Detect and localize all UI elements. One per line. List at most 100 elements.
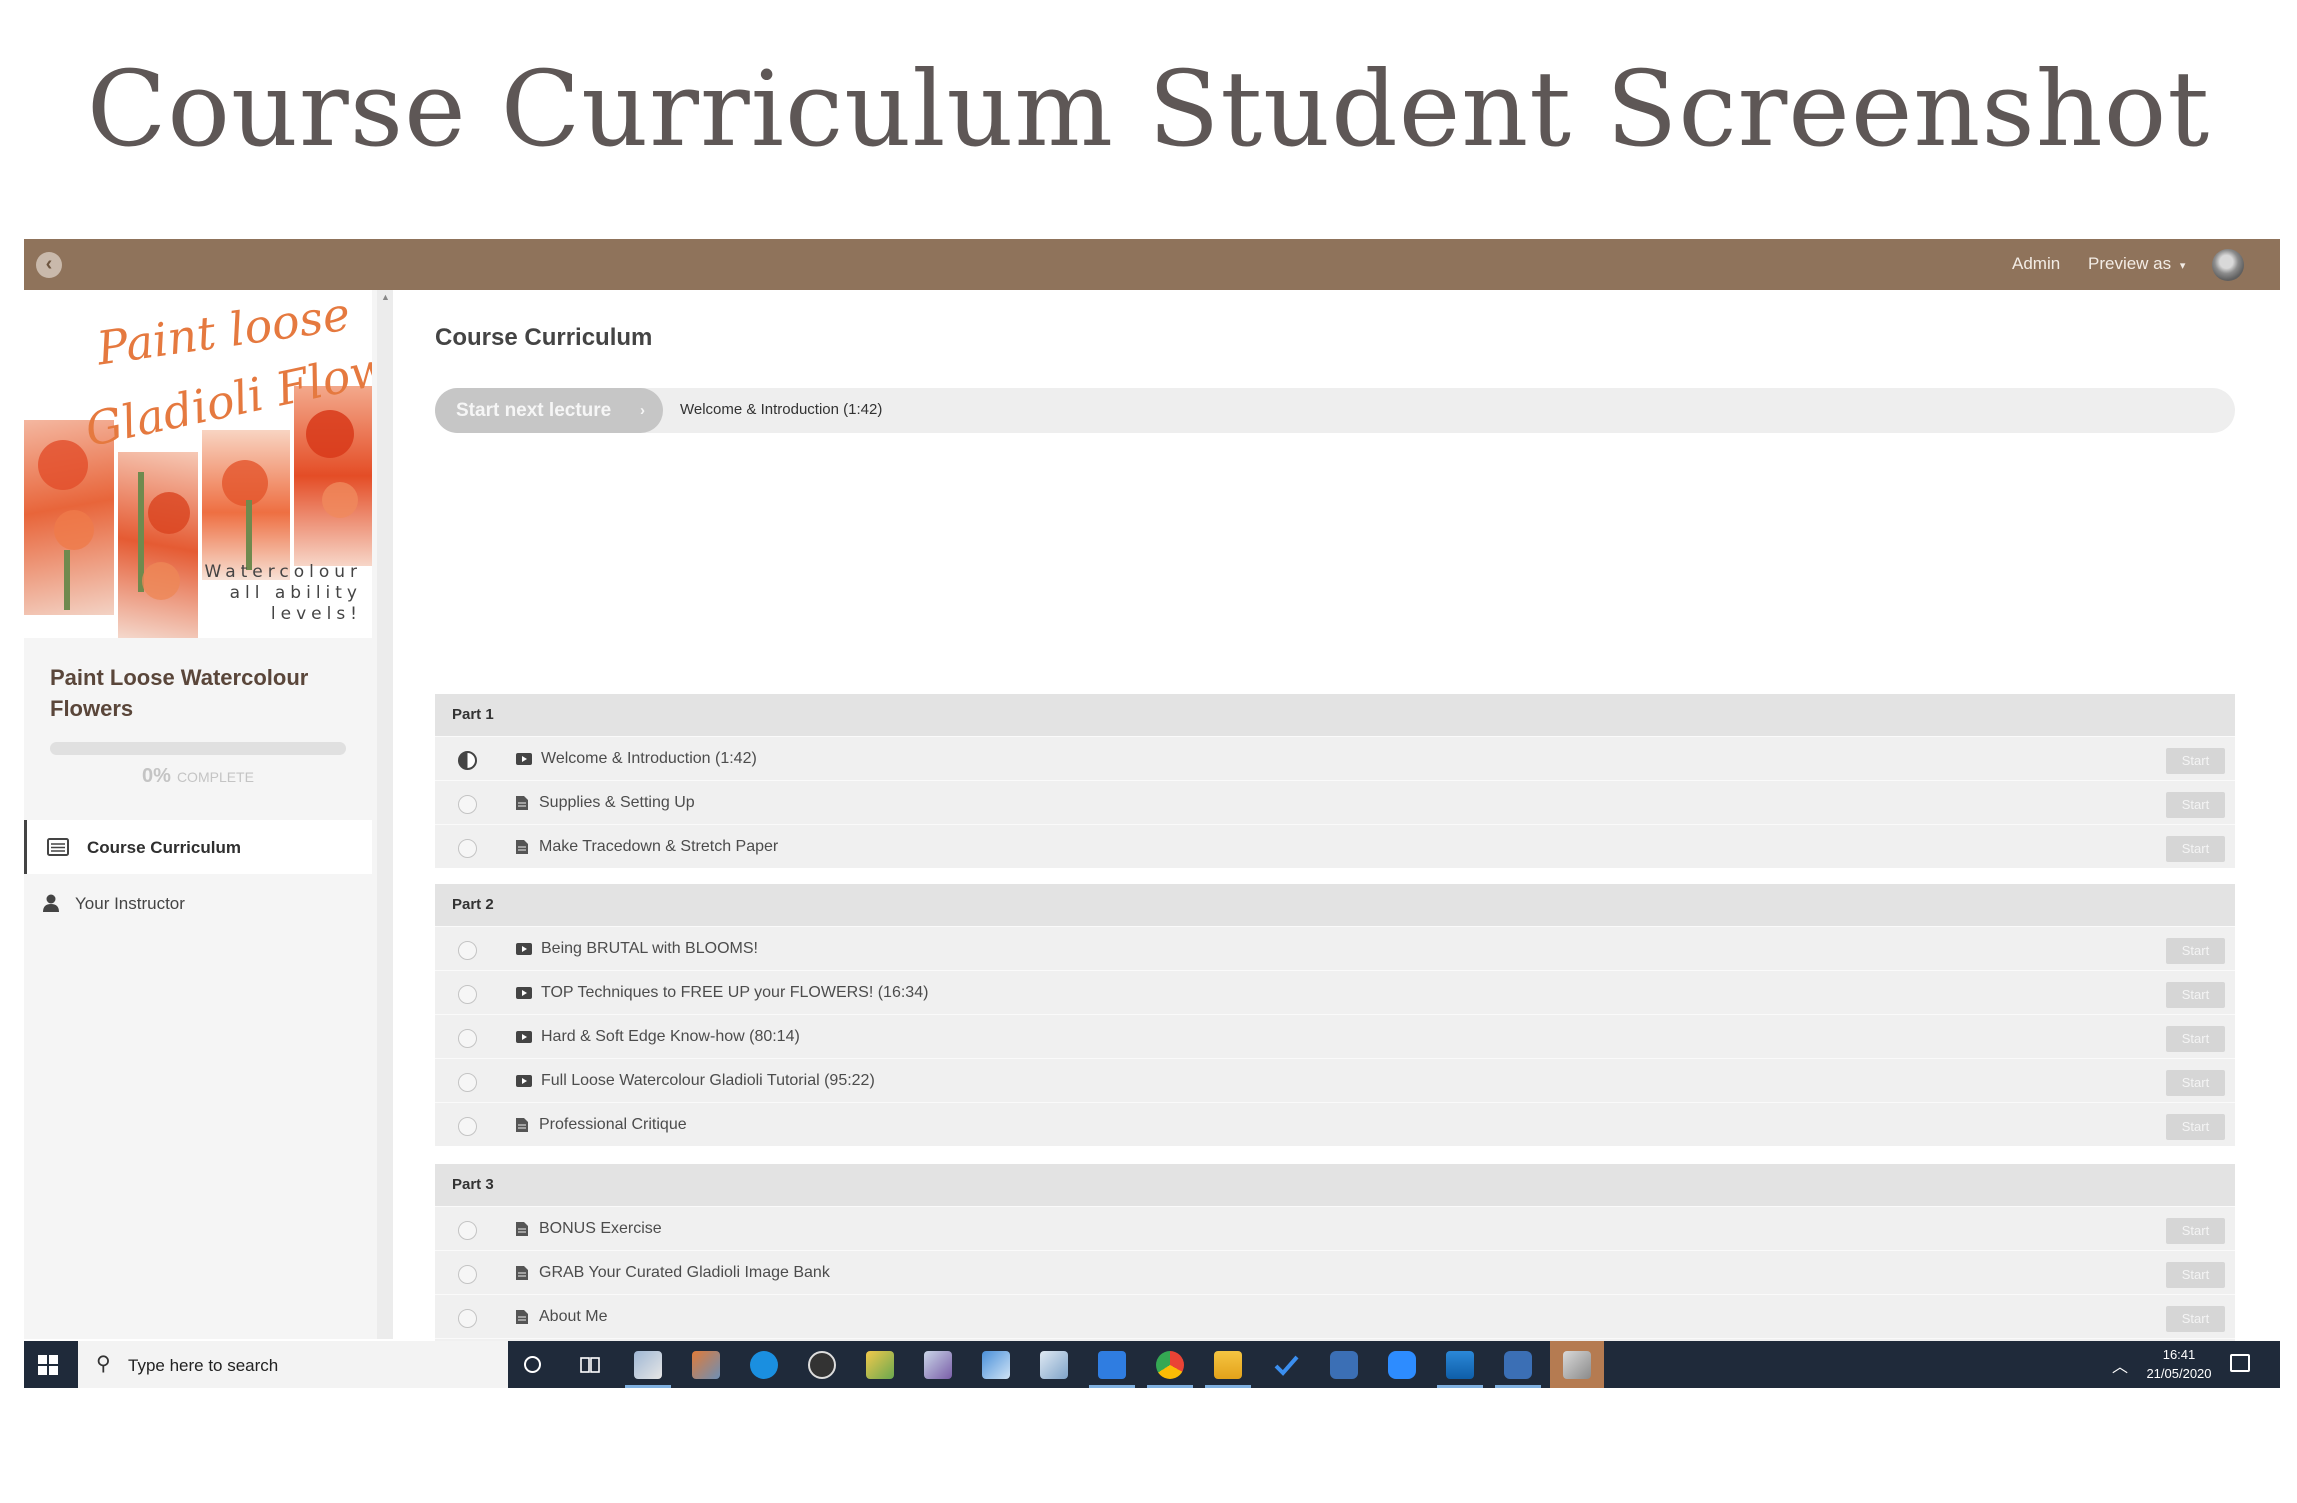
app-icon-7[interactable] xyxy=(1563,1351,1591,1379)
lecture-row[interactable]: About Me Start xyxy=(435,1294,2235,1338)
curriculum-section: Part 2 Being BRUTAL with BLOOMS! Start TOP … xyxy=(435,884,2235,1146)
circle-icon xyxy=(458,1221,477,1240)
app-indicator xyxy=(1089,1385,1135,1388)
video-play-icon xyxy=(516,1031,532,1043)
video-play-icon xyxy=(516,987,532,999)
calendar-icon[interactable] xyxy=(1098,1351,1126,1379)
tagline-line-3: levels! xyxy=(270,604,362,624)
app-indicator xyxy=(1205,1385,1251,1388)
taskbar-search-input[interactable]: Type here to search xyxy=(128,1356,278,1376)
start-button[interactable]: Start xyxy=(2166,836,2225,862)
user-icon xyxy=(43,894,59,912)
lecture-title[interactable]: About Me xyxy=(539,1308,607,1326)
lecture-title[interactable]: Supplies & Setting Up xyxy=(539,794,695,812)
lecture-row[interactable]: Hard & Soft Edge Know-how (80:14) Start xyxy=(435,1014,2235,1058)
lecture-title[interactable]: Being BRUTAL with BLOOMS! xyxy=(541,940,758,958)
circle-icon xyxy=(458,795,477,814)
skype-icon[interactable] xyxy=(750,1351,778,1379)
mail-icon[interactable] xyxy=(1446,1351,1474,1379)
start-button[interactable]: Start xyxy=(2166,1070,2225,1096)
lecture-title[interactable]: Professional Critique xyxy=(539,1116,687,1134)
taskbar-search-box[interactable]: ⚲ Type here to search xyxy=(78,1341,508,1388)
admin-link[interactable]: Admin xyxy=(2012,254,2060,274)
course-image: Paint loose Gladioli Flowers Watercolour… xyxy=(24,290,372,638)
app-icon-6[interactable] xyxy=(1040,1351,1068,1379)
obs-icon[interactable] xyxy=(808,1351,836,1379)
lecture-row[interactable]: Make Tracedown & Stretch Paper Start xyxy=(435,824,2235,868)
next-lecture-title: Welcome & Introduction (1:42) xyxy=(680,401,883,418)
circle-icon xyxy=(458,985,477,1004)
notification-icon[interactable] xyxy=(2230,1354,2250,1372)
clock-date[interactable]: 21/05/2020 xyxy=(2132,1366,2226,1381)
lecture-row[interactable]: Professional Critique Start xyxy=(435,1102,2235,1146)
lecture-title[interactable]: Welcome & Introduction (1:42) xyxy=(541,750,757,768)
sidebar-item-label: Course Curriculum xyxy=(87,838,241,857)
lecture-title[interactable]: TOP Techniques to FREE UP your FLOWERS! … xyxy=(541,984,928,1002)
start-button[interactable]: Start xyxy=(2166,1306,2225,1332)
section-title: Part 3 xyxy=(435,1164,2235,1206)
sidebar-item-course-curriculum[interactable]: Course Curriculum xyxy=(24,820,372,874)
sidebar-scrollbar[interactable]: ▲ xyxy=(377,290,393,1339)
lecture-row[interactable]: Welcome & Introduction (1:42) Start xyxy=(435,736,2235,780)
document-icon xyxy=(516,840,528,854)
lecture-title[interactable]: Full Loose Watercolour Gladioli Tutorial… xyxy=(541,1072,875,1090)
video-play-icon xyxy=(516,1075,532,1087)
clock-time[interactable]: 16:41 xyxy=(2144,1347,2214,1362)
app-icon-1[interactable] xyxy=(634,1351,662,1379)
back-icon[interactable]: ‹ xyxy=(36,252,62,278)
tagline-line-2: all ability xyxy=(229,583,362,603)
sidebar-item-your-instructor[interactable]: Your Instructor xyxy=(24,876,372,930)
circle-icon xyxy=(458,1309,477,1328)
preview-as-dropdown[interactable]: Preview as ▾ xyxy=(2088,254,2185,274)
next-lecture-bar: Start next lecture › Welcome & Introduct… xyxy=(435,388,2235,433)
task-view-icon[interactable] xyxy=(579,1355,601,1375)
document-icon xyxy=(516,1310,528,1324)
sidebar-item-label: Your Instructor xyxy=(75,894,185,913)
start-button[interactable]: Start xyxy=(2166,748,2225,774)
start-button[interactable]: Start xyxy=(2166,792,2225,818)
scroll-up-icon[interactable]: ▲ xyxy=(381,292,390,302)
avatar[interactable] xyxy=(2212,249,2244,281)
start-button[interactable]: Start xyxy=(2166,982,2225,1008)
course-image-tagline: Watercolour all ability levels! xyxy=(204,562,362,625)
document-icon xyxy=(516,1222,528,1236)
video-play-icon xyxy=(516,943,532,955)
curriculum-icon xyxy=(47,838,69,856)
app-icon-3[interactable] xyxy=(866,1351,894,1379)
start-next-lecture-button[interactable]: Start next lecture › xyxy=(435,388,663,433)
zoom-icon[interactable] xyxy=(1388,1351,1416,1379)
lecture-title[interactable]: Hard & Soft Edge Know-how (80:14) xyxy=(541,1028,800,1046)
lecture-row[interactable]: GRAB Your Curated Gladioli Image Bank Sta… xyxy=(435,1250,2235,1294)
start-button[interactable]: Start xyxy=(2166,1262,2225,1288)
lecture-title[interactable]: Make Tracedown & Stretch Paper xyxy=(539,838,778,856)
chevron-up-icon[interactable]: ︿ xyxy=(2112,1353,2128,1377)
lecture-row[interactable]: Full Loose Watercolour Gladioli Tutorial… xyxy=(435,1058,2235,1102)
start-button[interactable]: Start xyxy=(2166,1114,2225,1140)
lecture-row[interactable]: BONUS Exercise Start xyxy=(435,1206,2235,1250)
file-explorer-icon[interactable] xyxy=(1214,1351,1242,1379)
chrome-icon[interactable] xyxy=(1156,1351,1184,1379)
lecture-title[interactable]: BONUS Exercise xyxy=(539,1220,662,1238)
windows-taskbar: ⚲ Type here to search ︿ 16:41 21/05/2020 xyxy=(24,1341,2280,1388)
app-icon-2[interactable] xyxy=(692,1351,720,1379)
painting-panel-4 xyxy=(294,386,372,566)
windows-start-icon[interactable] xyxy=(38,1355,58,1375)
start-button[interactable]: Start xyxy=(2166,938,2225,964)
search-icon: ⚲ xyxy=(96,1353,111,1375)
todo-check-icon[interactable] xyxy=(1272,1351,1300,1379)
circle-icon xyxy=(458,1073,477,1092)
lecture-row[interactable]: Being BRUTAL with BLOOMS! Start xyxy=(435,926,2235,970)
lecture-row[interactable]: TOP Techniques to FREE UP your FLOWERS! … xyxy=(435,970,2235,1014)
lecture-title[interactable]: GRAB Your Curated Gladioli Image Bank xyxy=(539,1264,830,1282)
camera-app-icon-2[interactable] xyxy=(1504,1351,1532,1379)
start-button[interactable]: Start xyxy=(2166,1026,2225,1052)
app-icon-4[interactable] xyxy=(924,1351,952,1379)
painting-panel-3 xyxy=(202,430,290,580)
start-button[interactable]: Start xyxy=(2166,1218,2225,1244)
lecture-row[interactable]: Supplies & Setting Up Start xyxy=(435,780,2235,824)
cortana-icon[interactable] xyxy=(524,1356,541,1373)
app-icon-5[interactable] xyxy=(982,1351,1010,1379)
browser-screenshot: ‹ Admin Preview as ▾ ▲ Paint loose Gladi… xyxy=(24,239,2280,1388)
progress-text: 0% COMPLETE xyxy=(24,765,372,788)
camera-app-icon[interactable] xyxy=(1330,1351,1358,1379)
